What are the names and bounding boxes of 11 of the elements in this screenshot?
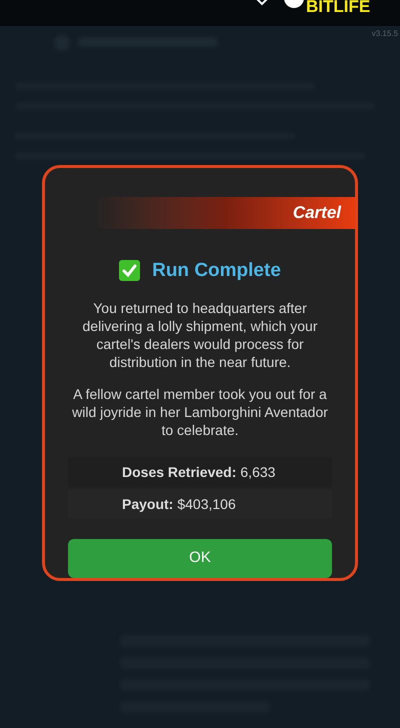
stat-label: Payout: bbox=[122, 494, 174, 514]
message-text: A fellow cartel member took you out for a wild joyride in her Lamborghini Aventador to celebrate. bbox=[71, 385, 329, 440]
ok-button[interactable]: OK bbox=[68, 539, 332, 578]
message-text: You returned to headquarters after delivering a lolly shipment, which your cartel's dealers would process for distribution in the near future. bbox=[82, 299, 318, 372]
dialog-title: Run Complete bbox=[152, 258, 281, 283]
stat-label: Doses Retrieved: bbox=[122, 462, 236, 482]
version-label: v3.15.5 bbox=[372, 28, 398, 40]
stat-value: $403,106 bbox=[177, 494, 236, 514]
app-logo: BITLIFE bbox=[306, 0, 370, 15]
stat-value: 6,633 bbox=[240, 462, 276, 482]
category-label: Cartel bbox=[292, 202, 341, 224]
